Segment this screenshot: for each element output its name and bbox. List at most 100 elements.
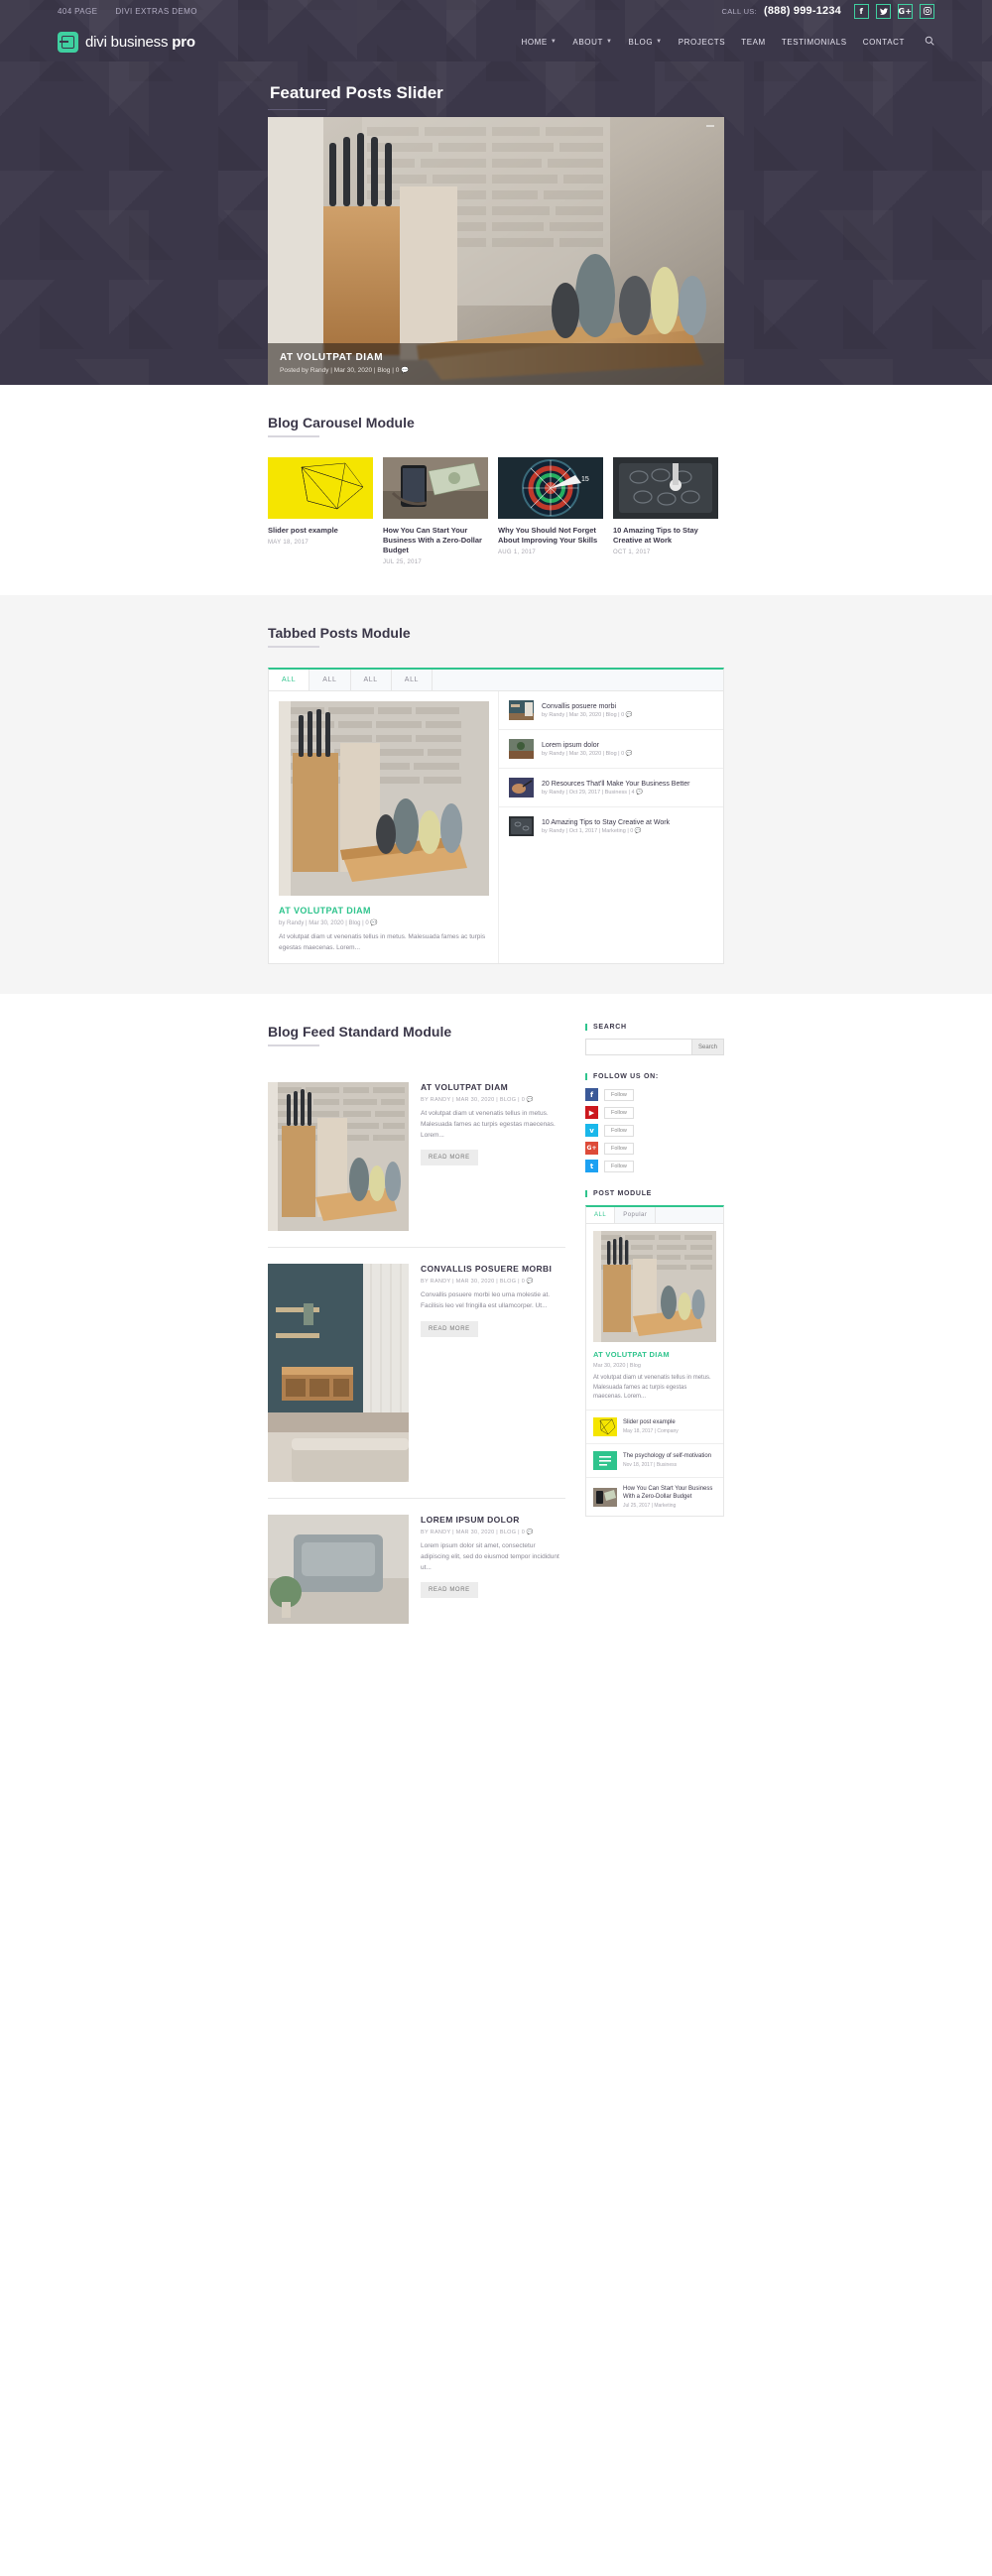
phone-number[interactable]: (888) 999-1234 (764, 5, 841, 17)
tab-all-3[interactable]: ALL (351, 670, 392, 691)
post-module-featured[interactable]: AT VOLUTPAT DIAM Mar 30, 2020 | Blog At … (586, 1224, 723, 1410)
slider-slide[interactable]: AT VOLUTPAT DIAM Posted by Randy | Mar 3… (268, 117, 724, 385)
post-module-tab-list: ALL Popular (586, 1207, 723, 1225)
facebook-icon[interactable]: f (585, 1088, 598, 1102)
facebook-icon[interactable]: f (854, 3, 869, 19)
chevron-down-icon: ▼ (550, 39, 558, 45)
google-plus-icon[interactable]: G+ (898, 3, 913, 19)
twitter-icon[interactable]: t (585, 1160, 598, 1173)
blog-feed-section: Blog Feed Standard Module AT VOLUTPAT DI… (0, 994, 992, 1669)
top-bar: 404 PAGE DIVI EXTRAS DEMO CALL US: (888)… (0, 0, 992, 22)
follow-row-vimeo: v Follow (585, 1124, 724, 1138)
read-more-button[interactable]: READ MORE (421, 1320, 478, 1337)
post-module-item-meta: May 18, 2017 | Company (623, 1428, 679, 1435)
post-item[interactable]: CONVALLIS POSUERE MORBI BY RANDY | MAR 3… (268, 1248, 565, 1500)
read-more-button[interactable]: READ MORE (421, 1150, 478, 1166)
nav-item-home[interactable]: HOME ▼ (521, 38, 557, 47)
logo-text: divi business pro (85, 33, 195, 51)
post-module-item[interactable]: Slider post example May 18, 2017 | Compa… (586, 1409, 723, 1443)
post-title: AT VOLUTPAT DIAM (421, 1082, 509, 1093)
follow-row-youtube: ▶ Follow (585, 1106, 724, 1120)
main-navigation-bar: divi business pro HOME ▼ ABOUT ▼ BLOG ▼ PRO… (0, 22, 992, 61)
list-item-thumb (509, 700, 534, 721)
tab-list: ALL ALL ALL ALL (269, 670, 723, 692)
twitter-icon[interactable] (876, 3, 891, 19)
nav-item-about[interactable]: ABOUT ▼ (572, 38, 612, 47)
list-item-meta: by Randy | Mar 30, 2020 | Blog | 0 💬 (542, 750, 633, 757)
nav-item-projects[interactable]: PROJECTS (679, 38, 725, 47)
post-module-featured-image (593, 1231, 716, 1343)
carousel-item-date: AUG 1, 2017 (498, 550, 536, 556)
carousel-thumb (268, 457, 373, 519)
nav-item-testimonials[interactable]: TESTIMONIALS (782, 38, 847, 47)
carousel-item[interactable]: How You Can Start Your Business With a Z… (383, 457, 488, 565)
logo-mark-icon (58, 31, 78, 53)
post-module-tab-popular[interactable]: Popular (615, 1207, 657, 1224)
follow-button-googleplus[interactable]: Follow (604, 1142, 634, 1155)
google-plus-icon[interactable]: G+ (585, 1142, 598, 1156)
carousel-item-title: How You Can Start Your Business With a Z… (383, 526, 482, 555)
list-item[interactable]: 10 Amazing Tips to Stay Creative at Work… (499, 807, 723, 845)
follow-row-facebook: f Follow (585, 1088, 724, 1102)
follow-button-vimeo[interactable]: Follow (604, 1124, 634, 1137)
list-item[interactable]: Convallis posuere morbi by Randy | Mar 3… (499, 691, 723, 731)
follow-widget: FOLLOW US ON: f Follow ▶ Follow v Follow (585, 1073, 724, 1173)
slide-meta: Posted by Randy | Mar 30, 2020 | Blog | … (280, 367, 410, 374)
nav-item-contact[interactable]: CONTACT (863, 38, 905, 47)
search-icon[interactable] (925, 36, 934, 49)
follow-row-twitter: t Follow (585, 1160, 724, 1173)
follow-button-twitter[interactable]: Follow (604, 1160, 634, 1172)
carousel-item-title: Why You Should Not Forget About Improvin… (498, 526, 598, 546)
list-item[interactable]: 20 Resources That'll Make Your Business … (499, 769, 723, 808)
list-item[interactable]: Lorem ipsum dolor by Randy | Mar 30, 202… (499, 730, 723, 770)
youtube-icon[interactable]: ▶ (585, 1106, 598, 1120)
read-more-button[interactable]: READ MORE (421, 1582, 478, 1599)
post-item[interactable]: AT VOLUTPAT DIAM BY RANDY | MAR 30, 2020… (268, 1066, 565, 1249)
post-image (268, 1264, 409, 1483)
tab-featured-excerpt: At volutpat diam ut venenatis tellus in … (279, 933, 486, 951)
tab-featured-title: AT VOLUTPAT DIAM (279, 906, 371, 917)
follow-button-facebook[interactable]: Follow (604, 1088, 634, 1101)
post-module-item[interactable]: How You Can Start Your Business With a Z… (586, 1476, 723, 1516)
blog-carousel: Slider post example MAY 18, 2017 How You… (268, 457, 724, 565)
search-widget-heading: SEARCH (585, 1024, 724, 1032)
carousel-item-date: JUL 25, 2017 (383, 559, 423, 566)
site-logo[interactable]: divi business pro (58, 31, 195, 53)
post-meta: BY RANDY | MAR 30, 2020 | BLOG | 0 💬 (421, 1279, 535, 1286)
post-module-item-thumb (593, 1450, 617, 1470)
carousel-item[interactable]: 10 Amazing Tips to Stay Creative at Work… (613, 457, 718, 565)
nav-item-blog[interactable]: BLOG ▼ (629, 38, 663, 47)
slider-controls[interactable] (706, 125, 714, 127)
hero-title-rule (268, 109, 325, 110)
search-input[interactable] (585, 1039, 692, 1056)
vimeo-icon[interactable]: v (585, 1124, 598, 1138)
tabbed-posts-module: ALL ALL ALL ALL AT VOLUTPAT DIAM by Rand… (268, 668, 724, 965)
carousel-item-date: OCT 1, 2017 (613, 550, 651, 556)
post-item[interactable]: LOREM IPSUM DOLOR BY RANDY | MAR 30, 202… (268, 1499, 565, 1640)
post-title: LOREM IPSUM DOLOR (421, 1515, 520, 1526)
post-module-item-title: The psychology of self-motivation (623, 1453, 712, 1460)
carousel-item[interactable]: 15 Why You Should Not Forget About Impro… (498, 457, 603, 565)
tab-all-4[interactable]: ALL (392, 670, 434, 691)
tab-featured-post[interactable]: AT VOLUTPAT DIAM by Randy | Mar 30, 2020… (269, 691, 499, 964)
section-title-carousel: Blog Carousel Module (268, 415, 724, 437)
instagram-icon[interactable] (920, 3, 934, 19)
top-link-404[interactable]: 404 PAGE (58, 7, 97, 16)
post-module-item[interactable]: The psychology of self-motivation Nov 18… (586, 1442, 723, 1477)
list-item-thumb (509, 778, 534, 798)
top-link-demo[interactable]: DIVI EXTRAS DEMO (115, 7, 196, 16)
carousel-item[interactable]: Slider post example MAY 18, 2017 (268, 457, 373, 565)
tab-all-1[interactable]: ALL (269, 670, 310, 691)
tabbed-posts-section: Tabbed Posts Module ALL ALL ALL ALL AT V… (0, 595, 992, 995)
sidebar: SEARCH Search FOLLOW US ON: f Follow ▶ F… (585, 1024, 724, 1640)
list-item-meta: by Randy | Oct 29, 2017 | Business | 4 💬 (542, 789, 643, 796)
search-submit-button[interactable]: Search (691, 1039, 724, 1056)
post-module-tab-all[interactable]: ALL (586, 1207, 616, 1224)
tab-all-2[interactable]: ALL (310, 670, 351, 691)
follow-widget-heading: FOLLOW US ON: (585, 1073, 724, 1081)
follow-button-youtube[interactable]: Follow (604, 1106, 634, 1119)
nav-item-team[interactable]: TEAM (741, 38, 766, 47)
list-item-thumb (509, 816, 534, 837)
list-item-meta: by Randy | Oct 1, 2017 | Marketing | 0 💬 (542, 827, 642, 834)
top-bar-contact: CALL US: (888) 999-1234 f G+ (722, 3, 934, 19)
